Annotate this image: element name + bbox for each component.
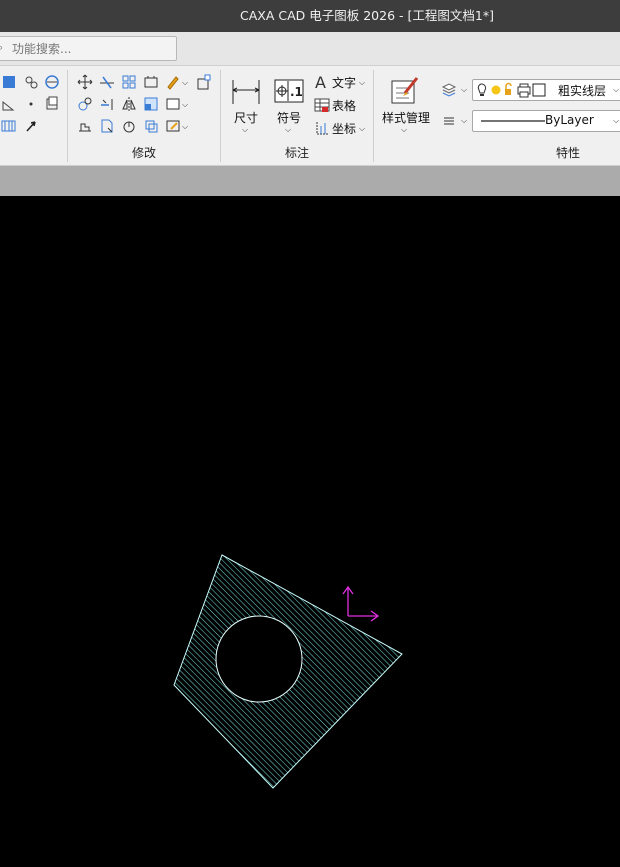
break-icon[interactable] (98, 117, 116, 135)
svg-text:.1: .1 (290, 85, 303, 99)
ucs-icon (342, 585, 380, 622)
chevron-down-icon[interactable]: ⌵ (359, 78, 365, 88)
arrow-icon[interactable] (22, 117, 40, 135)
mirror-icon[interactable] (120, 95, 138, 113)
line-preview-icon (481, 120, 545, 122)
chevron-down-icon[interactable]: ⌵ (401, 125, 407, 135)
polyline-icon[interactable] (22, 73, 40, 91)
layer-select[interactable]: 粗实线层 ⌵ (472, 79, 620, 101)
group-label-modify: 修改 (131, 146, 156, 160)
search-icon: ⌕ (0, 41, 4, 54)
explode-icon[interactable] (142, 117, 160, 135)
text-button[interactable]: 文字 (332, 74, 356, 91)
array-icon[interactable] (120, 73, 138, 91)
text-icon[interactable]: A (313, 73, 331, 91)
chevron-down-icon[interactable]: ⌵ (182, 100, 188, 110)
chevron-down-icon[interactable]: ⌵ (461, 116, 467, 126)
lineweight-icon[interactable] (440, 112, 458, 130)
coordinate-button[interactable]: 坐标 (332, 120, 356, 137)
edit-icon[interactable] (164, 117, 182, 135)
style-manager-button[interactable]: 样式管理 (382, 109, 430, 126)
drawing-svg (173, 554, 403, 789)
ribbon: ⌵ ⌵ ⌵ 修改 尺寸 ⌵ .1 符号 ⌵ A 文字 ⌵ 表格 坐标 ⌵ 标注 … (0, 66, 620, 166)
search-box[interactable]: ⌕ (0, 36, 177, 61)
chevron-down-icon[interactable]: ⌵ (182, 78, 188, 88)
linetype-select-value: ByLayer (545, 113, 594, 127)
arc-icon[interactable] (0, 95, 18, 113)
table-icon[interactable] (313, 96, 331, 114)
dimension-button[interactable]: 尺寸 (234, 109, 258, 126)
chevron-down-icon[interactable]: ⌵ (359, 124, 365, 134)
group-label-annotate: 标注 (284, 146, 309, 160)
chevron-down-icon[interactable]: ⌵ (461, 85, 467, 95)
chevron-down-icon[interactable]: ⌵ (285, 125, 291, 135)
line-icon[interactable] (0, 73, 18, 91)
layer-icon[interactable] (440, 80, 458, 98)
table-button[interactable]: 表格 (332, 97, 356, 114)
symbol-icon[interactable]: .1 (274, 78, 304, 104)
chevron-down-icon[interactable]: ⌵ (182, 122, 188, 132)
svg-text:A: A (315, 74, 326, 90)
tab-strip (0, 166, 620, 196)
circle-icon[interactable] (43, 73, 61, 91)
dimension-icon[interactable] (230, 76, 262, 108)
fillet-icon[interactable] (142, 95, 160, 113)
layer-state-icon (477, 82, 546, 98)
rotate-icon[interactable] (76, 95, 94, 113)
symbol-button[interactable]: 符号 (277, 109, 301, 126)
stretch-icon[interactable] (142, 73, 160, 91)
offset-icon[interactable] (76, 117, 94, 135)
block-icon[interactable] (164, 95, 182, 113)
style-manager-icon[interactable] (389, 75, 421, 107)
point-icon[interactable] (22, 95, 40, 113)
move-icon[interactable] (76, 73, 94, 91)
extend-icon[interactable] (98, 95, 116, 113)
scale-icon[interactable] (195, 73, 213, 91)
separator (373, 70, 374, 162)
trim-icon[interactable] (98, 73, 116, 91)
hatch-icon[interactable] (0, 117, 18, 135)
window-title: CAXA CAD 电子图板 2026 - [工程图文档1*] (240, 8, 494, 23)
search-bar: ⌕ (0, 32, 620, 66)
title-bar: CAXA CAD 电子图板 2026 - [工程图文档1*] (0, 0, 620, 32)
coordinate-icon[interactable] (313, 119, 331, 137)
group-label-properties: 特性 (555, 146, 580, 160)
chevron-down-icon: ⌵ (613, 85, 620, 94)
drawing-canvas[interactable] (0, 196, 620, 863)
hatched-part[interactable] (173, 554, 403, 789)
chevron-down-icon: ⌵ (613, 116, 620, 125)
linetype-select[interactable]: ByLayer ⌵ (472, 110, 620, 132)
circle-arrow-icon[interactable] (120, 117, 138, 135)
pencil-icon[interactable] (164, 73, 182, 91)
chevron-down-icon[interactable]: ⌵ (242, 125, 248, 135)
layer-select-value: 粗实线层 (558, 84, 607, 98)
rect-icon[interactable] (43, 95, 61, 113)
search-input[interactable] (12, 39, 162, 58)
